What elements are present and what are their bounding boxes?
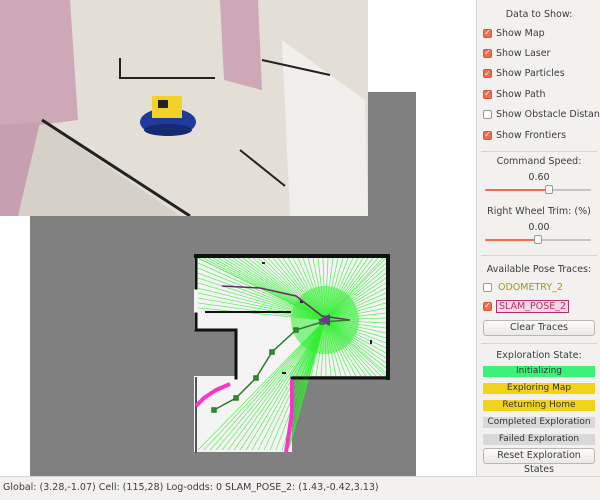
pose-trace-odometry_2[interactable]: ODOMETRY_2 bbox=[483, 280, 565, 294]
checkbox-label: Show Frontiers bbox=[496, 129, 567, 141]
camera-feed bbox=[0, 0, 368, 216]
pose-trace-label: SLAM_POSE_2 bbox=[496, 299, 570, 313]
show-option-show-laser[interactable]: ✓ Show Laser bbox=[483, 46, 550, 60]
checkbox-label: Show Path bbox=[496, 88, 546, 100]
exploration-state-failed-exploration: Failed Exploration bbox=[483, 434, 595, 445]
pose-traces-header: Available Pose Traces: bbox=[486, 264, 592, 275]
checkbox[interactable]: ✓ bbox=[483, 69, 492, 79]
control-panel: Data to Show: ✓ Show Map ✓ Show Laser ✓ Show … bbox=[476, 0, 600, 476]
exploration-state-completed-exploration: Completed Exploration bbox=[483, 417, 595, 428]
checkbox[interactable]: ✓ bbox=[483, 89, 492, 99]
checkbox-label: Show Map bbox=[496, 27, 545, 39]
checkbox-label: Show Obstacle Distances bbox=[496, 109, 600, 121]
exploration-state-initializing: Initializing bbox=[483, 366, 595, 377]
map-viewport[interactable] bbox=[0, 0, 476, 476]
command-speed-header: Command Speed: bbox=[496, 156, 582, 167]
data-to-show-header: Data to Show: bbox=[505, 9, 573, 20]
clear-traces-button[interactable]: Clear Traces bbox=[483, 320, 595, 336]
show-option-show-map[interactable]: ✓ Show Map bbox=[483, 26, 545, 40]
checkbox[interactable]: ✓ bbox=[483, 301, 492, 311]
checkbox[interactable]: ✓ bbox=[483, 130, 492, 140]
command-speed-slider[interactable] bbox=[485, 185, 591, 195]
show-option-show-frontiers[interactable]: ✓ Show Frontiers bbox=[483, 128, 566, 142]
exploration-state-returning-home: Returning Home bbox=[483, 400, 595, 411]
right-wheel-trim-slider[interactable] bbox=[485, 235, 591, 245]
checkbox-label: Show Laser bbox=[496, 47, 551, 59]
right-wheel-trim-value: 0.00 bbox=[528, 222, 550, 233]
divider bbox=[481, 255, 597, 256]
slider-fill bbox=[485, 239, 538, 241]
checkbox[interactable] bbox=[483, 110, 492, 120]
pose-trace-label: ODOMETRY_2 bbox=[498, 281, 563, 293]
reset-exploration-states-button[interactable]: Reset Exploration States bbox=[483, 448, 595, 475]
status-bar: Global: (3.28,-1.07) Cell: (115,28) Log-… bbox=[0, 476, 600, 500]
show-option-show-particles[interactable]: ✓ Show Particles bbox=[483, 67, 565, 81]
exploration-state-exploring-map: Exploring Map bbox=[483, 383, 595, 394]
pose-trace-slam_pose_2[interactable]: ✓ SLAM_POSE_2 bbox=[483, 299, 570, 313]
checkbox[interactable] bbox=[483, 282, 492, 292]
slider-fill bbox=[485, 189, 549, 191]
show-option-show-path[interactable]: ✓ Show Path bbox=[483, 87, 546, 101]
slider-thumb[interactable] bbox=[534, 235, 542, 244]
exploration-state-header: Exploration State: bbox=[496, 350, 582, 361]
checkbox-label: Show Particles bbox=[496, 68, 565, 80]
slider-thumb[interactable] bbox=[544, 185, 553, 194]
show-option-show-obstacle-distances[interactable]: Show Obstacle Distances bbox=[483, 108, 600, 122]
command-speed-value: 0.60 bbox=[528, 172, 550, 183]
right-wheel-trim-header: Right Wheel Trim: (%) bbox=[487, 206, 591, 217]
divider bbox=[481, 343, 597, 344]
divider bbox=[481, 151, 597, 152]
checkbox[interactable]: ✓ bbox=[483, 28, 492, 38]
checkbox[interactable]: ✓ bbox=[483, 48, 492, 58]
